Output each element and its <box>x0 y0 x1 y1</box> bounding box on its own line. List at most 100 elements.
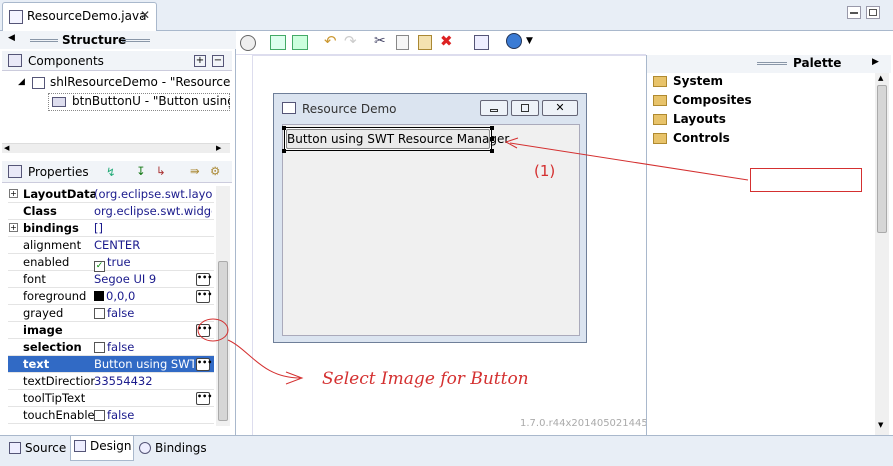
structure-title: Structure <box>62 33 127 47</box>
window-maximize-icon[interactable] <box>511 100 539 116</box>
selection-handle[interactable] <box>490 149 494 153</box>
shell-window[interactable]: Resource Demo ✕ Button using SWT Resourc… <box>273 93 587 343</box>
java-file-icon <box>9 10 23 24</box>
scroll-up-icon[interactable]: ▲ <box>878 74 883 82</box>
expand-icon[interactable]: + <box>9 223 18 232</box>
grip-icon[interactable] <box>757 62 787 65</box>
restore-default-icon[interactable]: ⇛ <box>190 164 204 178</box>
cut-icon[interactable]: ✂ <box>374 33 386 49</box>
property-row-bindings[interactable]: + bindings[] <box>8 220 214 237</box>
property-row-alignment[interactable]: alignment CENTER <box>8 237 214 254</box>
tab-design[interactable]: Design <box>70 436 134 461</box>
chevron-down-icon[interactable]: ▼ <box>526 36 533 46</box>
property-row-tooltiptext[interactable]: toolTipText ••• <box>8 390 214 407</box>
selection-handle[interactable] <box>282 126 286 130</box>
palette-category-composites[interactable]: Composites <box>653 92 873 110</box>
structure-header: ◀ Structure <box>0 31 236 49</box>
tree-hscrollbar[interactable]: ◀ ▶ <box>2 143 230 153</box>
grip-icon[interactable] <box>30 39 58 42</box>
editor-tab-bar: ResourceDemo.java ✕ <box>0 0 893 31</box>
folder-icon <box>653 114 667 125</box>
scroll-right-icon[interactable]: ▶ <box>216 144 221 152</box>
window-minimize-icon[interactable] <box>480 100 508 116</box>
property-row-font[interactable]: font Segoe UI 9 ••• <box>8 271 214 288</box>
expand-all-icon[interactable]: + <box>194 55 206 67</box>
collapse-left-icon[interactable]: ◀ <box>8 33 15 43</box>
preview-icon[interactable] <box>474 35 489 50</box>
tree-item-shell[interactable]: shlResourceDemo - "Resource Demo" <box>50 75 232 89</box>
scroll-left-icon[interactable]: ◀ <box>4 144 9 152</box>
editor-tab-title: ResourceDemo.java <box>27 9 147 23</box>
property-row-selection[interactable]: selection false <box>8 339 214 356</box>
paste-icon[interactable] <box>418 35 432 50</box>
grip-icon-right[interactable] <box>122 39 150 42</box>
folder-icon <box>653 95 667 106</box>
close-icon[interactable]: ✕ <box>140 8 150 22</box>
palette-category-controls[interactable]: Controls <box>653 130 873 148</box>
scroll-thumb[interactable] <box>218 261 228 421</box>
property-row-image[interactable]: image ••• <box>8 322 214 339</box>
properties-icon <box>8 165 22 178</box>
palette-category-layouts[interactable]: Layouts <box>653 111 873 129</box>
copy-icon[interactable] <box>396 35 409 50</box>
version-label: 1.7.0.r44x201405021445 <box>520 418 648 429</box>
refresh-icon[interactable] <box>292 35 308 50</box>
scroll-thumb[interactable] <box>877 85 887 233</box>
expand-icon[interactable]: + <box>9 189 18 198</box>
collapse-all-icon[interactable]: − <box>212 55 224 67</box>
ellipsis-button[interactable]: ••• <box>196 273 212 286</box>
ellipsis-button[interactable]: ••• <box>196 392 212 405</box>
tree-item-button[interactable]: btnButtonU - "Button using SWT Resource … <box>72 94 230 108</box>
window-icon <box>282 102 296 114</box>
window-close-icon[interactable]: ✕ <box>542 100 578 116</box>
image-ellipsis-button[interactable]: ••• <box>196 324 212 337</box>
button-icon <box>52 97 66 107</box>
reparse-icon[interactable] <box>270 35 286 50</box>
ellipsis-button[interactable]: ••• <box>196 358 212 371</box>
design-toolbar: ↶ ↷ ✂ ✖ ▼ <box>236 31 646 55</box>
delete-icon[interactable]: ✖ <box>440 32 453 50</box>
show-events-icon[interactable]: ↯ <box>106 165 120 179</box>
selection-handle[interactable] <box>282 149 286 153</box>
tree-expand-icon[interactable]: ◢ <box>18 77 25 87</box>
goto-definition-icon[interactable]: ↧ <box>136 164 150 178</box>
maximize-icon[interactable] <box>866 6 880 19</box>
undo-icon[interactable]: ↶ <box>324 32 337 50</box>
palette-title: Palette <box>793 56 842 70</box>
show-advanced-icon[interactable]: ↳ <box>156 164 170 178</box>
property-row-foreground[interactable]: foreground 0,0,0 ••• <box>8 288 214 305</box>
property-row-text[interactable]: textButton using SWT Resource Manager••• <box>8 356 214 373</box>
palette-category-system[interactable]: System <box>653 73 873 91</box>
properties-menu-icon[interactable]: ⚙ <box>210 164 224 178</box>
components-icon <box>8 54 22 67</box>
redo-icon[interactable]: ↷ <box>344 32 357 50</box>
checkbox-unchecked-icon[interactable] <box>94 308 105 319</box>
properties-header: Properties ↯ ↧ ↳ ⇛ ⚙ <box>2 161 232 183</box>
property-row-layoutdata[interactable]: +LayoutData(org.eclipse.swt.layout.GridD… <box>8 186 214 203</box>
palette-scrollbar[interactable]: ▲ ▼ <box>875 73 889 435</box>
collapse-right-icon[interactable]: ▶ <box>872 57 879 67</box>
selection-handle[interactable] <box>490 137 494 141</box>
tab-source[interactable]: Source <box>6 438 68 460</box>
ellipsis-button[interactable]: ••• <box>196 290 212 303</box>
checkbox-unchecked-icon[interactable] <box>94 342 105 353</box>
property-row-enabled[interactable]: enabled ✓ true <box>8 254 214 272</box>
design-button[interactable]: Button using SWT Resource Manager <box>286 129 509 149</box>
property-row-class[interactable]: Classorg.eclipse.swt.widgets.Button <box>8 203 214 220</box>
property-row-touchenabled[interactable]: touchEnabled false <box>8 407 214 424</box>
tab-bindings[interactable]: Bindings <box>136 438 212 460</box>
annotation-select-image: Select Image for Button <box>322 369 529 389</box>
folder-icon <box>653 76 667 87</box>
test-ui-icon[interactable] <box>240 35 256 51</box>
palette-header: Palette ▶ <box>646 55 891 73</box>
selection-handle[interactable] <box>490 126 494 130</box>
property-row-grayed[interactable]: grayed false <box>8 305 214 322</box>
components-tree: ◢ shlResourceDemo - "Resource Demo" btnB… <box>2 73 232 143</box>
minimize-icon[interactable] <box>847 6 861 19</box>
properties-scrollbar[interactable] <box>216 186 230 426</box>
checkbox-unchecked-icon[interactable] <box>94 410 105 421</box>
property-row-textdirection[interactable]: textDirection 33554432 <box>8 373 214 390</box>
scroll-down-icon[interactable]: ▼ <box>878 421 883 429</box>
editor-tab[interactable]: ResourceDemo.java ✕ <box>2 2 157 31</box>
globe-icon[interactable] <box>506 33 522 49</box>
